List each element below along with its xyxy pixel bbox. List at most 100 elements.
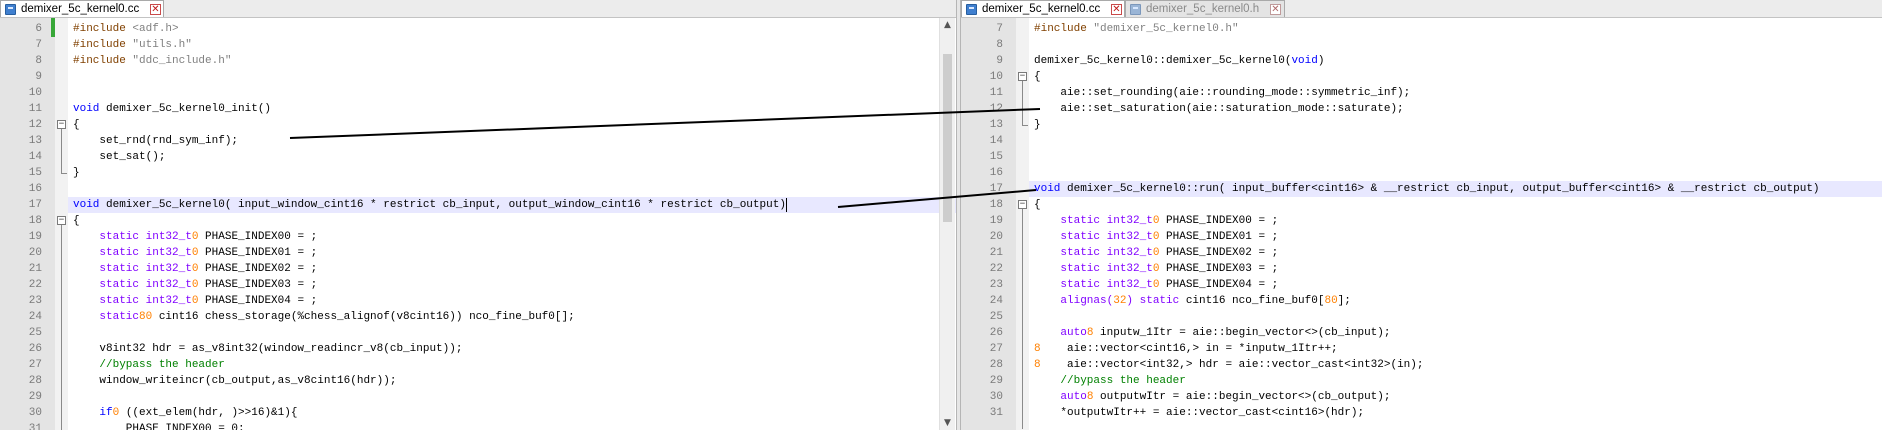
line-number: 22: [28, 279, 42, 291]
code-token: 8: [1034, 359, 1041, 371]
line-number-gutter: 7 8 9 10 11 12 13 14 15 16 17 18 19 20 21 22 23 24 25 26 27 2…: [961, 18, 1017, 430]
code-token: {: [1034, 199, 1041, 211]
code-token: inputw_1Itr = aie::begin_vector<: [1093, 327, 1312, 339]
fold-guide: [1022, 81, 1023, 125]
fold-toggle-icon[interactable]: −: [57, 120, 66, 129]
fold-guide-end: [1022, 125, 1028, 126]
vertical-scrollbar[interactable]: ▲ ▼: [939, 18, 955, 430]
code-token: static int32_t: [1034, 279, 1153, 291]
line-number: 19: [28, 231, 42, 243]
code-token: demixer_5c_kernel0( input_window_cint16 …: [99, 199, 786, 211]
code-token: ;: [310, 247, 318, 259]
line-number: 12: [989, 103, 1003, 115]
code-token: aie::set_saturation(aie::saturation_mode…: [1034, 103, 1404, 115]
line-number: 25: [989, 311, 1003, 323]
line-number: 18: [989, 199, 1003, 211]
code-line: if0 ((ext_elem(hdr, )>>16)&1){: [68, 405, 956, 421]
code-token: PHASE_INDEX04 =: [198, 295, 311, 307]
line-number: 8: [35, 55, 42, 67]
code-token: 80: [1324, 295, 1338, 307]
code-line: 8 aie::vector<cint16,> in = *inputw_1Itr…: [1029, 341, 1882, 357]
code-token: PHASE_INDEX01 =: [198, 247, 311, 259]
code-token: aie::set_rounding(aie::rounding_mode::sy…: [1034, 87, 1411, 99]
code-token: void: [73, 199, 100, 211]
code-token: PHASE_INDEX01 =: [1159, 231, 1272, 243]
left-code-editor[interactable]: 6 7 8 9 10 11 12 13 14 15 16 17 18 19 20 21 22 23 24 25 26 27…: [0, 18, 956, 430]
line-number: 10: [28, 87, 42, 99]
code-line: window_writeincr(cb_output,as_v8cint16(h…: [68, 373, 956, 389]
code-line: *outputwItr++ = aie::vector_cast<cint16>…: [1029, 405, 1882, 421]
code-token: ;: [310, 279, 318, 291]
code-token: void: [73, 103, 100, 115]
code-token: static int32_t: [73, 231, 192, 243]
code-token: cint16 nco_fine_buf0[: [1179, 295, 1325, 307]
code-line: }: [68, 165, 956, 181]
line-number: 10: [989, 71, 1003, 83]
code-token: ;: [1271, 279, 1279, 291]
right-tab-bar: demixer_5c_kernel0.cc ✕ demixer_5c_kerne…: [961, 0, 1882, 18]
code-token: demixer_5c_kernel0_init(): [99, 103, 272, 115]
code-line: static int32_t0 PHASE_INDEX04 = ;: [1029, 277, 1882, 293]
close-icon[interactable]: ✕: [150, 4, 161, 15]
code-token: #include: [1034, 23, 1087, 35]
tab-right-kernel0-h[interactable]: demixer_5c_kernel0.h ✕: [1125, 0, 1285, 17]
code-token: v8int32 hdr = as_v8int32(window_readincr…: [73, 343, 463, 355]
code-token: ;: [1271, 215, 1279, 227]
code-token: "utils.h": [125, 39, 192, 51]
code-text-area[interactable]: #include "demixer_5c_kernel0.h" demixer_5…: [1029, 18, 1882, 430]
code-line: demixer_5c_kernel0::demixer_5c_kernel0(v…: [1029, 53, 1882, 69]
code-token: PHASE_INDEX04 =: [1159, 279, 1272, 291]
code-token: static: [73, 311, 140, 323]
line-number: 16: [28, 183, 42, 195]
left-editor-pane: demixer_5c_kernel0.cc ✕ 6 7 8 9 10 11 12 13 14 15…: [0, 0, 956, 430]
code-token: }: [1034, 119, 1041, 131]
code-token: PHASE_INDEX00 =: [198, 231, 311, 243]
code-token: static int32_t: [73, 279, 192, 291]
code-line: 8 aie::vector<int32,> hdr = aie::vector_…: [1029, 357, 1882, 373]
code-line: #include <adf.h>: [68, 21, 956, 37]
close-icon[interactable]: ✕: [1111, 4, 1122, 15]
line-number: 13: [28, 135, 42, 147]
code-token: static int32_t: [73, 295, 192, 307]
code-line: static int32_t0 PHASE_INDEX00 = ;: [68, 229, 956, 245]
line-number: 27: [989, 343, 1003, 355]
arrow-down-icon[interactable]: ▼: [940, 416, 955, 430]
line-number: 20: [28, 247, 42, 259]
code-token: outputwItr = aie::begin_vector<: [1093, 391, 1305, 403]
line-number: 14: [28, 151, 42, 163]
code-token: ;: [1271, 247, 1279, 259]
code-token: //bypass the header: [73, 359, 225, 371]
fold-toggle-icon[interactable]: −: [1018, 200, 1027, 209]
code-token: auto: [1034, 391, 1087, 403]
code-token: PHASE_INDEX03 =: [1159, 263, 1272, 275]
code-line: v8int32 hdr = as_v8int32(window_readincr…: [68, 341, 956, 357]
code-token: static int32_t: [1034, 215, 1153, 227]
right-code-editor[interactable]: 7 8 9 10 11 12 13 14 15 16 17 18 19 20 21 22 23 24 25 26 27 2…: [961, 18, 1882, 430]
line-number: 30: [989, 391, 1003, 403]
arrow-up-icon[interactable]: ▲: [940, 18, 955, 32]
tab-right-kernel0-cc[interactable]: demixer_5c_kernel0.cc ✕: [961, 0, 1125, 17]
code-token: >(cb_output);: [1304, 391, 1391, 403]
line-number: 17: [989, 183, 1003, 195]
code-token: void: [1291, 55, 1318, 67]
code-token: <adf.h>: [125, 23, 179, 35]
code-line: aie::set_saturation(aie::saturation_mode…: [1029, 101, 1882, 117]
code-token: ;: [310, 231, 318, 243]
close-icon[interactable]: ✕: [1270, 4, 1281, 15]
code-line: #include "demixer_5c_kernel0.h": [1029, 21, 1882, 37]
tab-left-kernel0-cc[interactable]: demixer_5c_kernel0.cc ✕: [0, 0, 164, 17]
line-number: 12: [28, 119, 42, 131]
line-number: 21: [989, 247, 1003, 259]
code-token: auto: [1034, 327, 1087, 339]
fold-toggle-icon[interactable]: −: [57, 216, 66, 225]
code-line: void demixer_5c_kernel0( input_window_ci…: [68, 197, 956, 213]
line-number: 15: [28, 167, 42, 179]
cpp-file-icon: [5, 4, 16, 15]
fold-toggle-icon[interactable]: −: [1018, 72, 1027, 81]
fold-margin: − −: [55, 18, 68, 430]
code-text-area[interactable]: #include <adf.h> #include "utils.h" #inclu…: [68, 18, 956, 430]
scrollbar-thumb[interactable]: [943, 54, 952, 222]
